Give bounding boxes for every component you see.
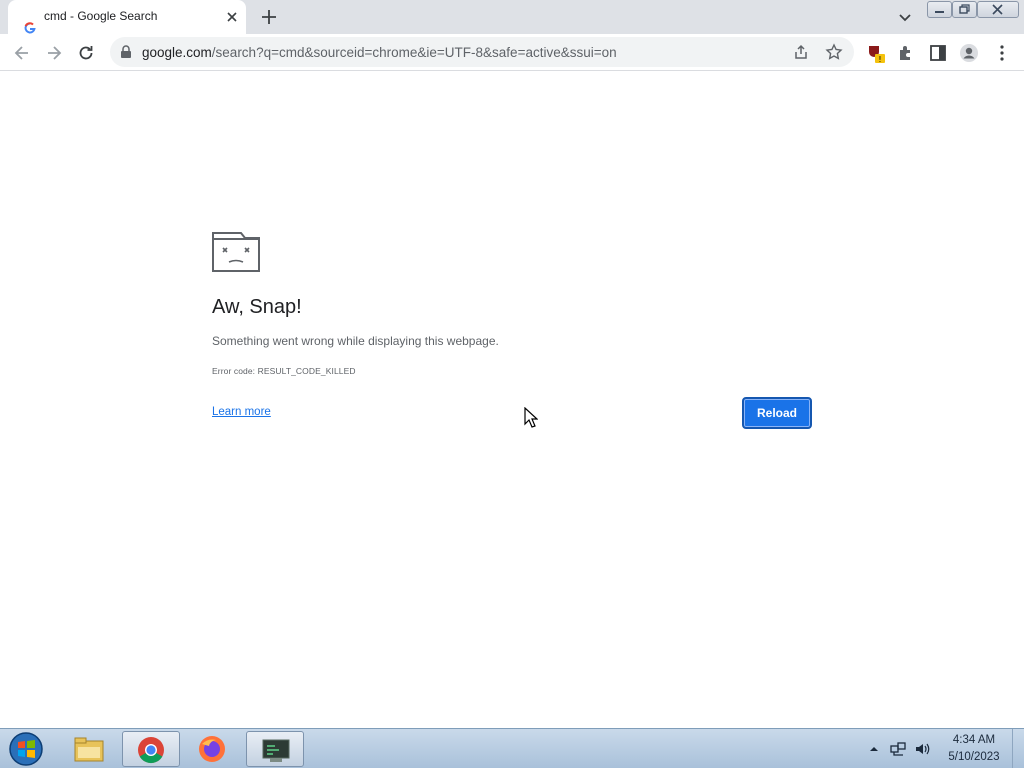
- puzzle-icon[interactable]: [896, 43, 916, 63]
- taskbar-terminal-app[interactable]: [246, 731, 304, 767]
- error-message: Something went wrong while displaying th…: [212, 334, 499, 348]
- minimize-button[interactable]: [927, 1, 952, 18]
- firefox-icon: [199, 736, 225, 762]
- network-icon[interactable]: [890, 741, 906, 757]
- learn-more-link[interactable]: Learn more: [212, 406, 271, 418]
- tab-strip: cmd - Google Search: [0, 0, 1024, 34]
- taskbar: 4:34 AM 5/10/2023: [0, 728, 1024, 768]
- window-controls: [927, 1, 1019, 18]
- close-window-icon: [992, 4, 1003, 15]
- mouse-cursor-icon: [524, 407, 538, 428]
- lock-icon[interactable]: [120, 45, 132, 59]
- url-path: /search?q=cmd&sourceid=chrome&ie=UTF-8&s…: [211, 45, 617, 60]
- taskbar-chrome[interactable]: [122, 731, 180, 767]
- forward-icon[interactable]: [44, 43, 64, 63]
- url-text: google.com/search?q=cmd&sourceid=chrome&…: [142, 45, 617, 60]
- profile-icon[interactable]: [959, 43, 979, 63]
- terminal-app-icon: [262, 739, 290, 762]
- tab-title: cmd - Google Search: [44, 9, 158, 23]
- reload-button[interactable]: Reload: [742, 397, 812, 429]
- chrome-icon: [138, 737, 164, 764]
- minimize-icon: [935, 11, 944, 13]
- share-icon[interactable]: [792, 43, 810, 61]
- start-button-icon[interactable]: [6, 731, 46, 767]
- chevron-up-icon[interactable]: [866, 741, 882, 757]
- side-panel-icon[interactable]: [928, 43, 948, 63]
- new-tab-icon[interactable]: [259, 7, 279, 27]
- address-bar[interactable]: google.com/search?q=cmd&sourceid=chrome&…: [110, 37, 854, 67]
- restore-button[interactable]: [952, 1, 977, 18]
- url-domain: google.com: [142, 45, 212, 60]
- file-explorer-icon: [74, 737, 104, 762]
- error-title: Aw, Snap!: [212, 296, 302, 318]
- star-icon[interactable]: [825, 43, 843, 61]
- restore-icon: [959, 4, 970, 14]
- chevron-down-icon[interactable]: [896, 8, 914, 26]
- tab-active[interactable]: cmd - Google Search: [8, 0, 246, 34]
- clock-time[interactable]: 4:34 AM: [946, 734, 1002, 746]
- more-icon[interactable]: [992, 43, 1012, 63]
- volume-icon[interactable]: [914, 741, 930, 757]
- taskbar-firefox[interactable]: [184, 731, 242, 767]
- show-desktop-button[interactable]: [1012, 729, 1024, 768]
- reload-icon[interactable]: [76, 43, 96, 63]
- sad-tab-icon: [212, 232, 260, 272]
- clock-date[interactable]: 5/10/2023: [946, 751, 1002, 763]
- error-page: Aw, Snap! Something went wrong while dis…: [0, 72, 1024, 728]
- back-icon[interactable]: [12, 43, 32, 63]
- browser-toolbar: google.com/search?q=cmd&sourceid=chrome&…: [0, 34, 1024, 71]
- close-icon[interactable]: [224, 9, 240, 25]
- extension-badge-icon[interactable]: !: [866, 43, 886, 63]
- close-window-button[interactable]: [977, 1, 1019, 18]
- svg-text:!: !: [878, 55, 881, 63]
- error-code: Error code: RESULT_CODE_KILLED: [212, 366, 356, 376]
- taskbar-file-explorer[interactable]: [60, 731, 118, 767]
